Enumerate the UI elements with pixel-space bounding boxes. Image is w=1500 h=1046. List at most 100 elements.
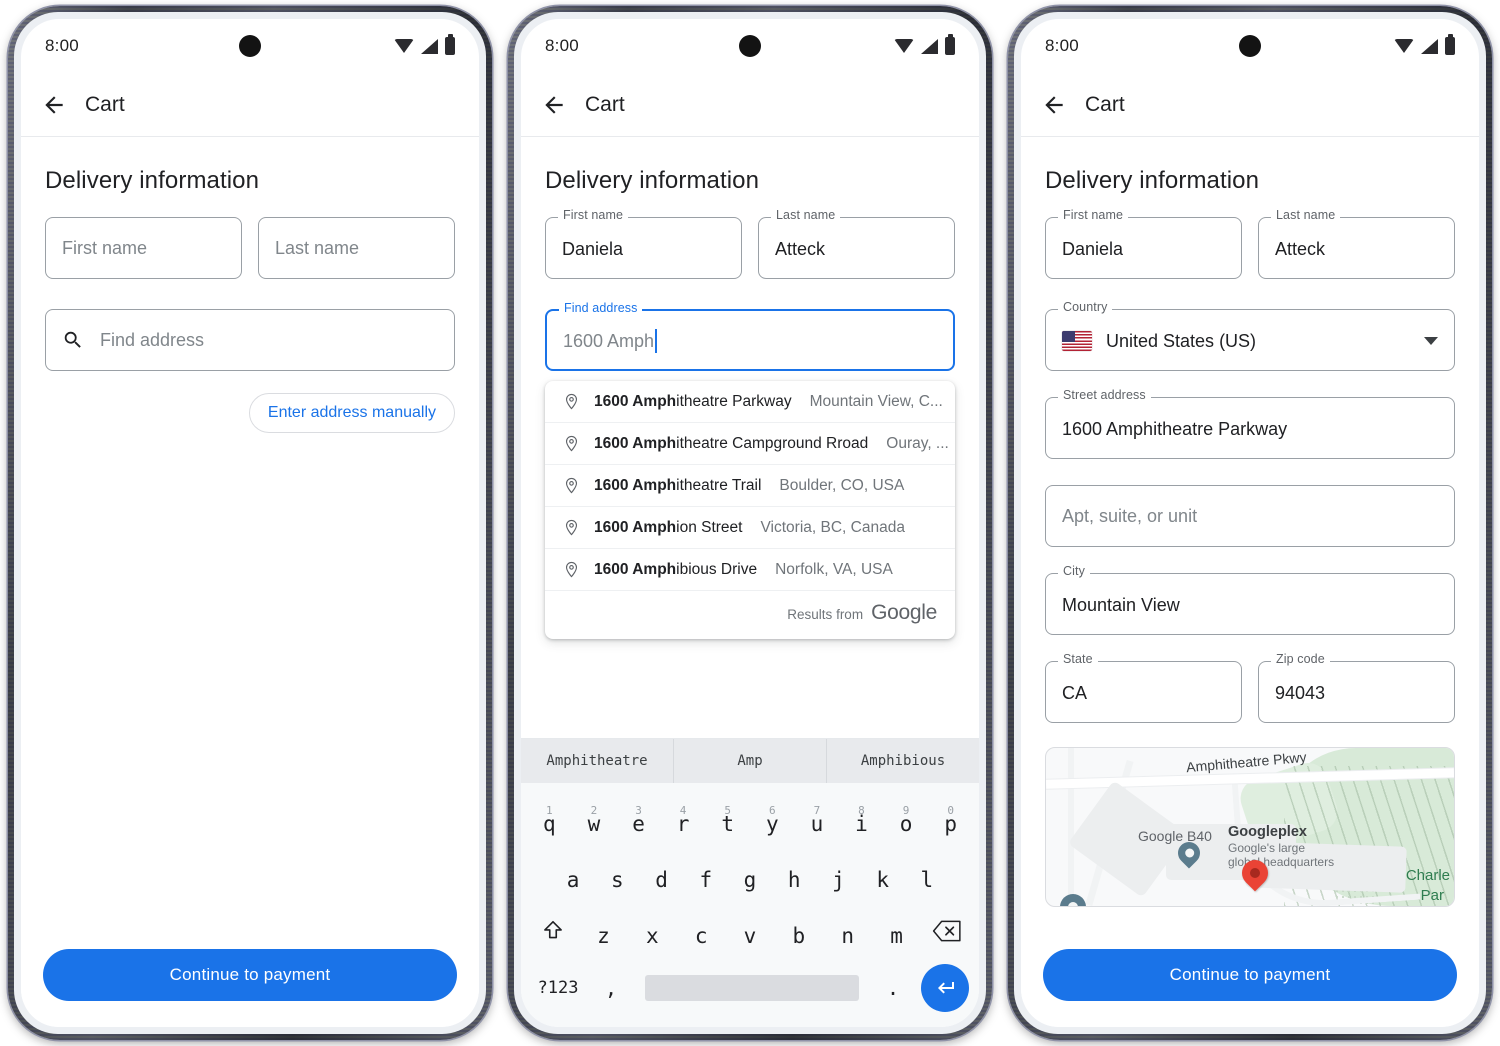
suggestion-item[interactable]: 1600 Amphitheatre Trail Boulder, CO, USA xyxy=(545,465,955,507)
back-arrow-icon[interactable] xyxy=(41,92,67,118)
country-select[interactable]: Country United States (US) xyxy=(1045,301,1455,371)
zip-code-value: 94043 xyxy=(1275,682,1326,703)
key-a[interactable]: a xyxy=(551,858,595,892)
key-z[interactable]: z xyxy=(579,914,628,948)
find-address-placeholder: Find address xyxy=(100,329,205,350)
last-name-field[interactable]: Last name Atteck xyxy=(758,209,955,279)
city-field[interactable]: City Mountain View xyxy=(1045,565,1455,635)
google-attribution: Results from Google xyxy=(545,591,955,639)
back-arrow-icon[interactable] xyxy=(541,92,567,118)
three-phone-mockup: 8:00 Cart Delivery information First nam… xyxy=(0,0,1500,1046)
first-name-field[interactable]: First name xyxy=(45,217,242,279)
backspace-key-icon[interactable] xyxy=(921,919,973,943)
find-address-field[interactable]: Find address 1600 Amph xyxy=(545,302,955,371)
status-icons xyxy=(1394,34,1455,55)
key-m[interactable]: m xyxy=(872,914,921,948)
map-road-vertical xyxy=(1068,748,1074,906)
battery-icon xyxy=(1445,34,1455,55)
text-caret xyxy=(655,329,658,353)
suggestion-item[interactable]: 1600 Amphion Street Victoria, BC, Canada xyxy=(545,507,955,549)
key-b[interactable]: b xyxy=(774,914,823,948)
keyboard-suggestion[interactable]: Amp xyxy=(674,739,827,783)
suggestion-item[interactable]: 1600 Amphitheatre Campground Rroad Ouray… xyxy=(545,423,955,465)
key-j[interactable]: j xyxy=(816,858,860,892)
key-e[interactable]: 3e xyxy=(616,802,661,836)
location-pin-icon xyxy=(563,435,580,452)
key-u[interactable]: 7u xyxy=(795,802,840,836)
location-pin-icon xyxy=(563,519,580,536)
first-name-label: First name xyxy=(1058,209,1129,222)
status-bar: 8:00 xyxy=(521,19,979,73)
back-arrow-icon[interactable] xyxy=(1041,92,1067,118)
suggestion-item[interactable]: 1600 Amphibious Drive Norfolk, VA, USA xyxy=(545,549,955,591)
street-address-value: 1600 Amphitheatre Parkway xyxy=(1062,418,1288,439)
last-name-placeholder: Last name xyxy=(275,237,360,258)
find-address-field[interactable]: Find address xyxy=(45,309,455,371)
first-name-field[interactable]: First name Daniela xyxy=(545,209,742,279)
suggestion-item[interactable]: 1600 Amphitheatre Parkway Mountain View,… xyxy=(545,381,955,423)
key-n[interactable]: n xyxy=(823,914,872,948)
shift-key-icon[interactable] xyxy=(527,918,579,944)
apt-placeholder: Apt, suite, or unit xyxy=(1062,505,1198,526)
keyboard-suggestion[interactable]: Amphibious xyxy=(827,739,979,783)
key-s[interactable]: s xyxy=(595,858,639,892)
key-o[interactable]: 9o xyxy=(884,802,929,836)
keyboard-suggestion[interactable]: Amphitheatre xyxy=(521,739,674,783)
key-v[interactable]: v xyxy=(726,914,775,948)
first-name-field[interactable]: First name Daniela xyxy=(1045,209,1242,279)
map-park-label-1: Charle xyxy=(1405,867,1450,884)
screen-1-content: Delivery information First name Last nam… xyxy=(21,137,479,933)
street-address-field[interactable]: Street address 1600 Amphitheatre Parkway xyxy=(1045,389,1455,459)
enter-key-icon[interactable] xyxy=(921,964,969,1012)
status-clock: 8:00 xyxy=(545,36,579,55)
suggestion-secondary: Ouray, ... xyxy=(886,434,949,452)
continue-to-payment-button[interactable]: Continue to payment xyxy=(43,949,457,1001)
cell-signal-icon xyxy=(921,38,938,54)
period-key[interactable]: . xyxy=(871,976,915,1000)
state-label: State xyxy=(1058,653,1098,666)
last-name-field[interactable]: Last name xyxy=(258,217,455,279)
key-i[interactable]: 8i xyxy=(839,802,884,836)
keyboard-row-2: a s d f g h j k l xyxy=(527,847,973,903)
us-flag-icon xyxy=(1062,331,1092,351)
continue-to-payment-button[interactable]: Continue to payment xyxy=(1043,949,1457,1001)
page-title: Cart xyxy=(1085,92,1125,116)
key-g[interactable]: g xyxy=(728,858,772,892)
search-icon xyxy=(62,329,84,351)
key-f[interactable]: f xyxy=(684,858,728,892)
cell-signal-icon xyxy=(421,38,438,54)
screen-3-cta-bar: Continue to payment xyxy=(1021,933,1479,1027)
key-y[interactable]: 6y xyxy=(750,802,795,836)
key-x[interactable]: x xyxy=(628,914,677,948)
space-key[interactable] xyxy=(645,975,859,1001)
camera-punchhole-icon xyxy=(239,35,261,57)
suggestion-main: 1600 Amphitheatre Parkway xyxy=(594,392,792,410)
apt-field[interactable]: Apt, suite, or unit xyxy=(1045,485,1455,547)
symbols-key[interactable]: ?123 xyxy=(527,978,589,998)
last-name-field[interactable]: Last name Atteck xyxy=(1258,209,1455,279)
address-map-preview[interactable]: Amphitheatre Pkwy Google B40 Googleplex … xyxy=(1045,747,1455,907)
key-k[interactable]: k xyxy=(861,858,905,892)
key-r[interactable]: 4r xyxy=(661,802,706,836)
zip-code-field[interactable]: Zip code 94043 xyxy=(1258,653,1455,723)
comma-key[interactable]: , xyxy=(589,976,633,1000)
chevron-down-icon[interactable] xyxy=(1424,337,1438,345)
name-row: First name Daniela Last name Atteck xyxy=(545,209,955,279)
keyboard-row-4: ?123 , . xyxy=(527,959,973,1017)
key-w[interactable]: 2w xyxy=(572,802,617,836)
key-d[interactable]: d xyxy=(639,858,683,892)
camera-punchhole-icon xyxy=(739,35,761,57)
status-icons xyxy=(394,34,455,55)
key-p[interactable]: 0p xyxy=(928,802,973,836)
enter-address-manually-button[interactable]: Enter address manually xyxy=(248,393,455,433)
key-c[interactable]: c xyxy=(677,914,726,948)
key-t[interactable]: 5t xyxy=(705,802,750,836)
attribution-text: Results from xyxy=(787,607,864,622)
state-value: CA xyxy=(1062,682,1088,703)
section-title: Delivery information xyxy=(45,167,260,194)
key-l[interactable]: l xyxy=(905,858,949,892)
key-q[interactable]: 1q xyxy=(527,802,572,836)
state-field[interactable]: State CA xyxy=(1045,653,1242,723)
status-clock: 8:00 xyxy=(45,36,79,55)
key-h[interactable]: h xyxy=(772,858,816,892)
